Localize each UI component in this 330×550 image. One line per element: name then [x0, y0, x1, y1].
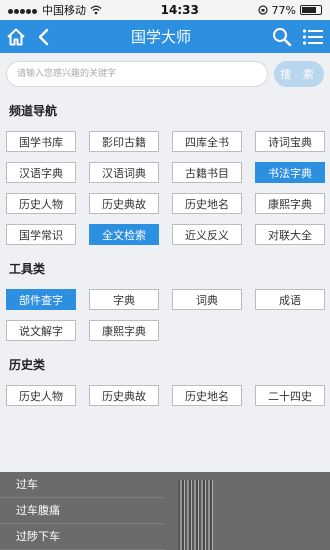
suggestion-overlay: 过车 过车腹痛 过陟下车 [0, 472, 330, 550]
nav-chip[interactable]: 词典 [172, 289, 242, 310]
nav-chip[interactable]: 汉语词典 [89, 162, 159, 183]
nav-chip[interactable]: 历史地名 [172, 193, 242, 214]
search-input[interactable] [6, 61, 268, 87]
image-placeholder [178, 480, 213, 550]
search-icon[interactable] [272, 27, 292, 47]
status-bar: 中国移动 14:33 77% [0, 0, 330, 20]
search-bar: 搜 索 [0, 53, 330, 95]
clock: 14:33 [160, 3, 199, 17]
battery-icon [300, 5, 322, 15]
nav-chip[interactable]: 国学书库 [6, 131, 76, 152]
nav-chip[interactable]: 历史地名 [172, 385, 242, 406]
orientation-lock-icon [257, 5, 268, 15]
nav-chip[interactable]: 字典 [89, 289, 159, 310]
section-tools: 工具类 部件查字 字典 词典 成语 说文解字 康熙字典 [0, 253, 330, 349]
nav-chip[interactable]: 国学常识 [6, 224, 76, 245]
suggestion-item[interactable]: 过陟下车 [0, 524, 165, 550]
home-icon[interactable] [6, 27, 26, 47]
suggestion-item[interactable]: 过车腹痛 [0, 498, 165, 524]
battery-percent: 77% [271, 3, 296, 17]
nav-chip[interactable]: 成语 [255, 289, 325, 310]
section-title: 频道导航 [9, 103, 58, 118]
nav-chip[interactable]: 历史典故 [89, 193, 159, 214]
nav-chip[interactable]: 部件查字 [6, 289, 76, 310]
chip-grid: 历史人物 历史典故 历史地名 二十四史 [0, 379, 330, 414]
section-channel-nav: 频道导航 国学书库 影印古籍 四库全书 诗词宝典 汉语字典 汉语词典 古籍书目 … [0, 95, 330, 253]
wifi-icon [90, 5, 102, 15]
carrier-label: 中国移动 [42, 4, 86, 17]
section-history: 历史类 历史人物 历史典故 历史地名 二十四史 [0, 349, 330, 414]
nav-chip[interactable]: 全文检索 [89, 224, 159, 245]
section-title: 历史类 [9, 357, 46, 372]
nav-chip[interactable]: 历史典故 [89, 385, 159, 406]
nav-chip[interactable]: 影印古籍 [89, 131, 159, 152]
chip-grid: 国学书库 影印古籍 四库全书 诗词宝典 汉语字典 汉语词典 古籍书目 书法字典 … [0, 125, 330, 253]
nav-chip[interactable]: 对联大全 [255, 224, 325, 245]
back-icon[interactable] [36, 27, 50, 47]
nav-chip[interactable]: 说文解字 [6, 320, 76, 341]
nav-chip[interactable]: 历史人物 [6, 193, 76, 214]
nav-chip[interactable]: 历史人物 [6, 385, 76, 406]
menu-icon[interactable] [302, 27, 324, 47]
chip-grid: 部件查字 字典 词典 成语 说文解字 康熙字典 [0, 283, 330, 349]
search-button[interactable]: 搜 索 [274, 61, 324, 87]
nav-chip[interactable]: 康熙字典 [89, 320, 159, 341]
nav-chip[interactable]: 古籍书目 [172, 162, 242, 183]
page-title: 国学大师 [130, 28, 191, 46]
suggestion-item[interactable]: 过车 [0, 472, 165, 498]
nav-chip[interactable]: 康熙字典 [255, 193, 325, 214]
nav-chip[interactable]: 四库全书 [172, 131, 242, 152]
nav-chip[interactable]: 近义反义 [172, 224, 242, 245]
signal-icon [8, 4, 38, 17]
nav-chip[interactable]: 二十四史 [255, 385, 325, 406]
nav-chip[interactable]: 诗词宝典 [255, 131, 325, 152]
navigation-bar: 国学大师 [0, 20, 330, 53]
nav-chip[interactable]: 汉语字典 [6, 162, 76, 183]
section-title: 工具类 [9, 261, 46, 276]
nav-chip[interactable]: 书法字典 [255, 162, 325, 183]
